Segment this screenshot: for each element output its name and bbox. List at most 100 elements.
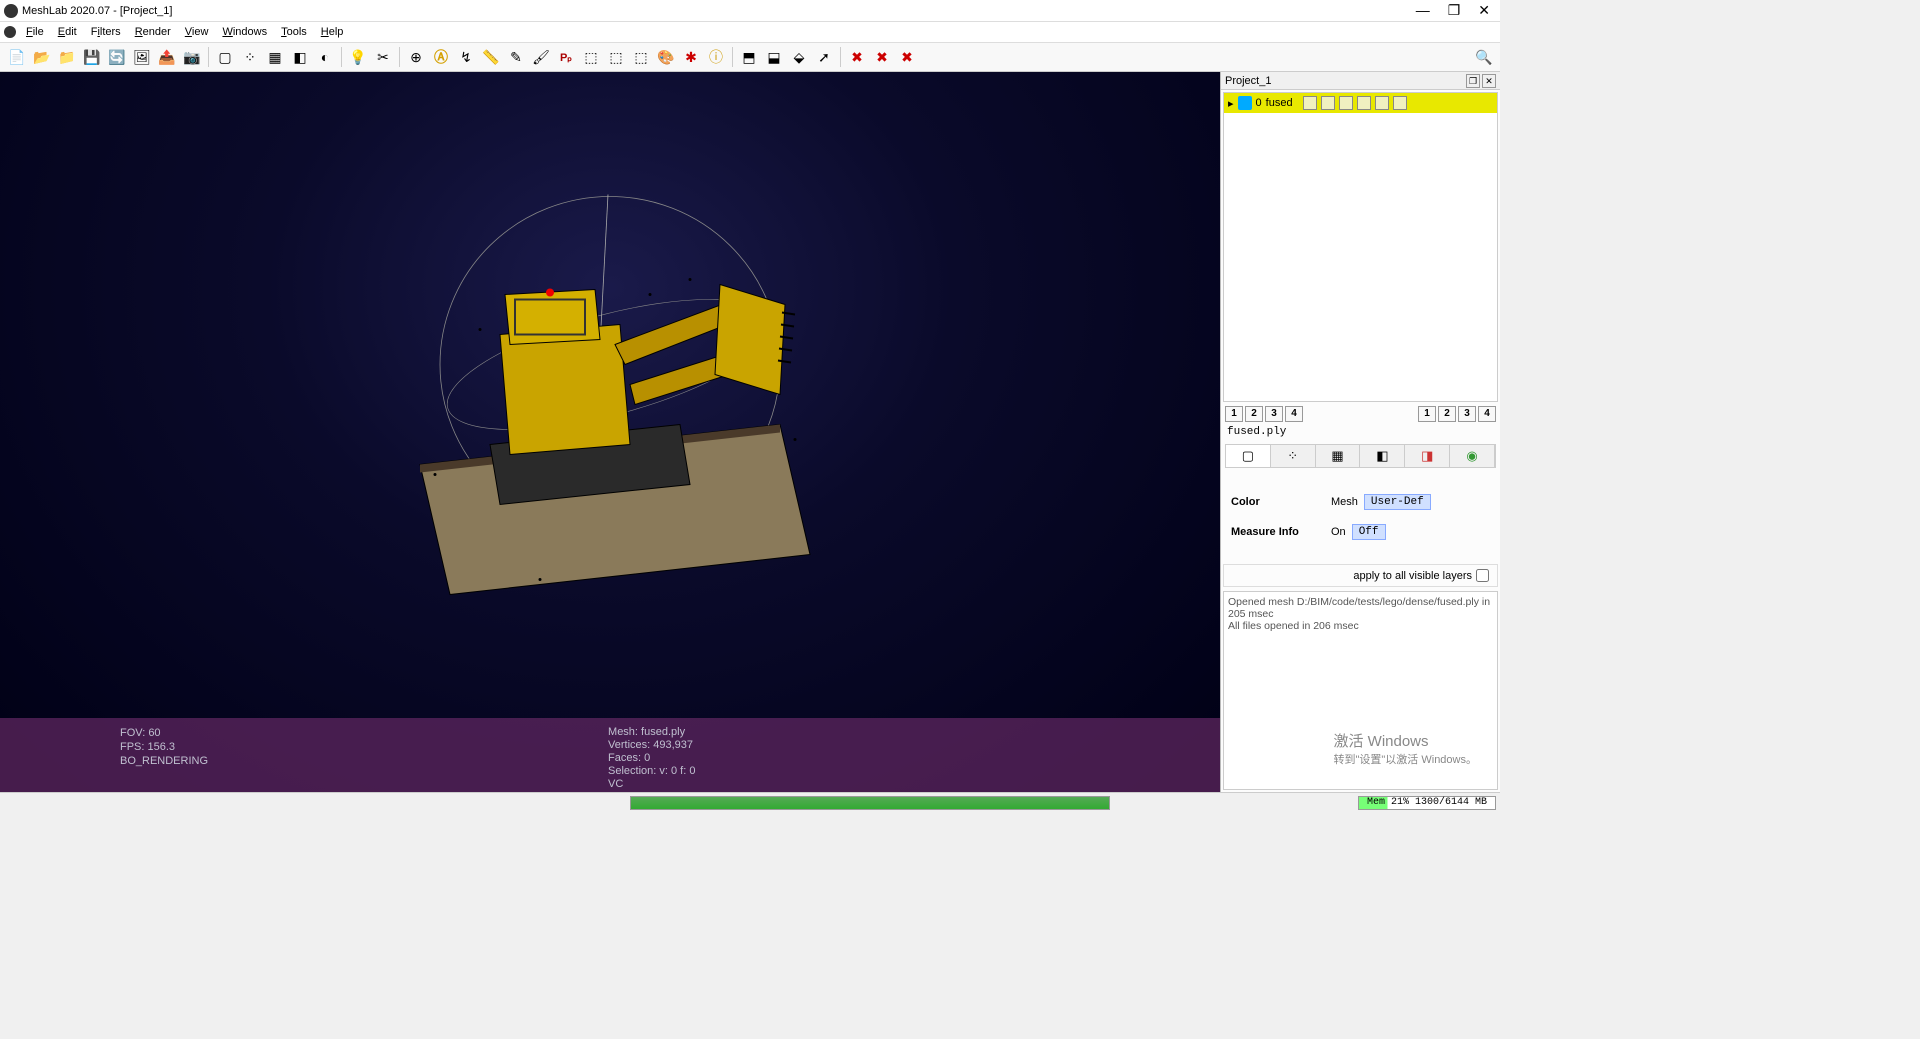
panel-title: Project_1: [1225, 75, 1271, 87]
quick-right-4[interactable]: 4: [1478, 406, 1496, 422]
tab-wire[interactable]: ▦: [1316, 445, 1361, 467]
apply-all-checkbox[interactable]: [1476, 569, 1489, 582]
toolbar: 📄 📂 📁 💾 🔄 🖼 📤 📷 ▢ ⁘ ▦ ◧ ◐ 💡 ✂ ⊕ Ⓐ ↯ 📏 ✎ …: [0, 42, 1500, 72]
layer-index: 0: [1256, 97, 1262, 109]
panel-close-button[interactable]: ✕: [1482, 74, 1496, 88]
layer-toggle-1[interactable]: [1303, 96, 1317, 110]
viewport-3d[interactable]: FOV: 60 FPS: 156.3 BO_RENDERING Mesh: fu…: [0, 72, 1220, 792]
info-fov: FOV: 60: [120, 726, 208, 740]
trackball-button[interactable]: ⊕: [405, 46, 427, 68]
log-panel[interactable]: Opened mesh D:/BIM/code/tests/lego/dense…: [1223, 591, 1498, 790]
atom-button[interactable]: Ⓐ: [430, 46, 452, 68]
visibility-icon[interactable]: [1238, 96, 1252, 110]
layer-toggle-5[interactable]: [1375, 96, 1389, 110]
tab-box[interactable]: ▢: [1226, 445, 1271, 467]
menu-file[interactable]: File: [20, 24, 50, 40]
title-bar: MeshLab 2020.07 - [Project_1] — ❐ ✕: [0, 0, 1500, 22]
menu-render[interactable]: Render: [129, 24, 177, 40]
open-mesh-button[interactable]: 📁: [56, 46, 78, 68]
info-button[interactable]: ⓘ: [705, 46, 727, 68]
menu-windows[interactable]: Windows: [216, 24, 273, 40]
info-vc: VC: [608, 778, 695, 791]
points-button[interactable]: ⁘: [239, 46, 261, 68]
pick-button[interactable]: ✎: [505, 46, 527, 68]
log-line-2: All files opened in 206 msec: [1228, 620, 1493, 632]
cam-button[interactable]: ⬙: [788, 46, 810, 68]
new-project-button[interactable]: 📄: [6, 46, 28, 68]
export-button[interactable]: 📤: [156, 46, 178, 68]
cull-button[interactable]: ✂: [372, 46, 394, 68]
colorize-button[interactable]: 🎨: [655, 46, 677, 68]
del-sel-f-button[interactable]: ✖: [871, 46, 893, 68]
smooth-button[interactable]: ◐: [314, 46, 336, 68]
quick-left-4[interactable]: 4: [1285, 406, 1303, 422]
del-sel-vf-button[interactable]: ✖: [896, 46, 918, 68]
measure-button[interactable]: 📏: [480, 46, 502, 68]
quick-left-3[interactable]: 3: [1265, 406, 1283, 422]
layer-toggle-4[interactable]: [1357, 96, 1371, 110]
rendered-model: [340, 165, 880, 628]
reload-button[interactable]: 🔄: [106, 46, 128, 68]
del-sel-v-button[interactable]: ✖: [846, 46, 868, 68]
minimize-button[interactable]: —: [1416, 2, 1430, 19]
info-mesh: Mesh: fused.ply: [608, 726, 695, 739]
apply-all-label: apply to all visible layers: [1353, 570, 1472, 582]
align-button[interactable]: ⬒: [738, 46, 760, 68]
current-mesh-name: fused.ply: [1221, 424, 1500, 440]
menu-view[interactable]: View: [179, 24, 215, 40]
sel-b-button[interactable]: ⬚: [605, 46, 627, 68]
menu-bar: File Edit Filters Render View Windows To…: [0, 22, 1500, 42]
tab-points[interactable]: ⁘: [1271, 445, 1316, 467]
close-button[interactable]: ✕: [1478, 2, 1490, 19]
del-button[interactable]: ✱: [680, 46, 702, 68]
quick-left-2[interactable]: 2: [1245, 406, 1263, 422]
import-raster-button[interactable]: 🖼: [131, 46, 153, 68]
info-selection: Selection: v: 0 f: 0: [608, 765, 695, 778]
layer-toggle-3[interactable]: [1339, 96, 1353, 110]
bbox-button[interactable]: ▢: [214, 46, 236, 68]
measure-label: Measure Info: [1231, 526, 1331, 538]
tab-tex[interactable]: ◨: [1405, 445, 1450, 467]
color-mode-button[interactable]: User-Def: [1364, 494, 1431, 510]
sel-c-button[interactable]: ⬚: [630, 46, 652, 68]
menu-tools[interactable]: Tools: [275, 24, 313, 40]
flat-button[interactable]: ◧: [289, 46, 311, 68]
menu-help[interactable]: Help: [315, 24, 350, 40]
tab-smooth[interactable]: ◉: [1450, 445, 1495, 467]
measure-sub: On: [1331, 526, 1346, 538]
info-rendering: BO_RENDERING: [120, 754, 208, 768]
layer-row[interactable]: ▸ 0 fused: [1224, 93, 1497, 113]
panel-undock-button[interactable]: ❐: [1466, 74, 1480, 88]
app-icon: [4, 4, 18, 18]
color-sub: Mesh: [1331, 496, 1358, 508]
axis-button[interactable]: ↯: [455, 46, 477, 68]
quick-left-1[interactable]: 1: [1225, 406, 1243, 422]
light-button[interactable]: 💡: [347, 46, 369, 68]
quick-right-3[interactable]: 3: [1458, 406, 1476, 422]
open-project-button[interactable]: 📂: [31, 46, 53, 68]
paint-button[interactable]: 🖌: [530, 46, 552, 68]
doc-icon: [4, 26, 16, 38]
menu-edit[interactable]: Edit: [52, 24, 83, 40]
window-title: MeshLab 2020.07 - [Project_1]: [22, 5, 1416, 17]
expand-icon[interactable]: ▸: [1228, 97, 1234, 110]
arrow-button[interactable]: ➚: [813, 46, 835, 68]
menu-filters[interactable]: Filters: [85, 24, 127, 40]
measure-off-button[interactable]: Off: [1352, 524, 1386, 540]
info-faces: Faces: 0: [608, 752, 695, 765]
quick-right-1[interactable]: 1: [1418, 406, 1436, 422]
search-icon[interactable]: 🔍: [1474, 47, 1494, 67]
wireframe-button[interactable]: ▦: [264, 46, 286, 68]
sel-a-button[interactable]: ⬚: [580, 46, 602, 68]
layer-list[interactable]: ▸ 0 fused: [1223, 92, 1498, 402]
quick-right-2[interactable]: 2: [1438, 406, 1456, 422]
pp-button[interactable]: Pₚ: [555, 46, 577, 68]
layer-toggle-2[interactable]: [1321, 96, 1335, 110]
tab-flat[interactable]: ◧: [1360, 445, 1405, 467]
layer-toggle-6[interactable]: [1393, 96, 1407, 110]
toolbar-separator: [208, 47, 209, 67]
snapshot-button[interactable]: 📷: [181, 46, 203, 68]
save-button[interactable]: 💾: [81, 46, 103, 68]
icp-button[interactable]: ⬓: [763, 46, 785, 68]
maximize-button[interactable]: ❐: [1448, 2, 1461, 19]
